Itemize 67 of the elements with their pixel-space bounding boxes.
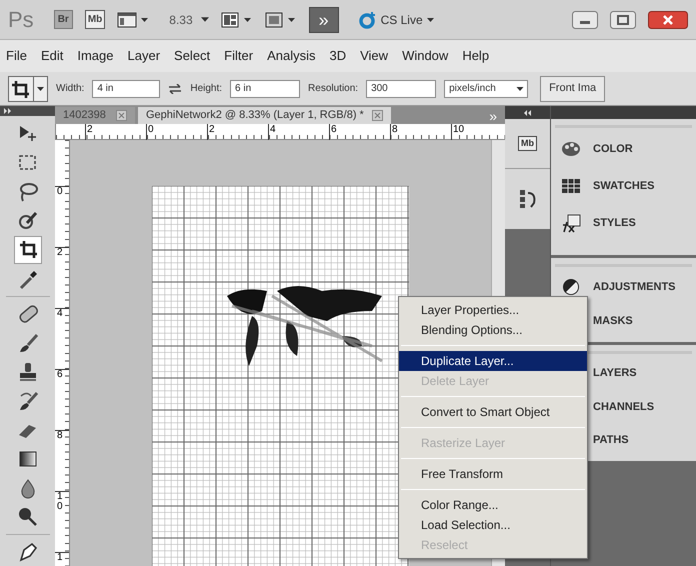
menu-item[interactable]: Image: [77, 46, 114, 66]
ruler-label: 2: [207, 124, 268, 140]
menu-item[interactable]: Select: [174, 46, 210, 66]
cs-live-button[interactable]: CS Live: [358, 10, 434, 28]
ruler-label: 0: [146, 124, 207, 140]
menu-item[interactable]: File: [6, 46, 27, 66]
ruler-label: 6: [329, 124, 390, 140]
ruler-label: 1: [57, 553, 63, 563]
menu-item[interactable]: View: [360, 46, 388, 66]
field-label: Height:: [190, 82, 222, 96]
ruler-label: 6: [57, 370, 63, 380]
minimize-icon[interactable]: [572, 10, 598, 28]
menu-item[interactable]: Window: [402, 46, 448, 66]
menu-item[interactable]: 3D: [329, 46, 346, 66]
menu-item[interactable]: Load Selection...: [399, 515, 587, 535]
ruler-label: 2: [57, 248, 63, 258]
screen-frame-icon[interactable]: [264, 12, 297, 28]
brush-circle-icon: [16, 210, 38, 232]
ruler-label: 10: [57, 492, 63, 512]
panel-tab[interactable]: COLOR: [551, 131, 696, 168]
arrange-icon[interactable]: [220, 12, 253, 28]
menu-item[interactable]: Layer: [128, 46, 160, 66]
input-field[interactable]: 300: [366, 80, 436, 98]
swap-icon[interactable]: [168, 84, 182, 94]
menu-item[interactable]: Analysis: [267, 46, 316, 66]
field-label: Width:: [56, 82, 84, 96]
crop-preset-picker[interactable]: [8, 76, 48, 102]
tool-button[interactable]: [14, 236, 42, 264]
panel-tab[interactable]: STYLES: [551, 205, 696, 242]
menu-item[interactable]: Color Range...: [399, 495, 587, 515]
front-image-button[interactable]: Front Ima: [540, 76, 606, 102]
caret-icon: [200, 17, 209, 22]
mini-bridge-button[interactable]: Mb: [518, 136, 537, 152]
ruler-label: 0: [57, 187, 63, 197]
caret-icon: [426, 18, 434, 22]
restore-icon[interactable]: [610, 10, 636, 28]
ruler-label: 4: [57, 309, 63, 319]
history-icon[interactable]: [518, 189, 536, 209]
extensions-button[interactable]: »: [308, 6, 339, 32]
mini-bridge-button[interactable]: Mb: [84, 10, 106, 29]
expand-icon[interactable]: [4, 108, 12, 114]
close-icon[interactable]: [648, 10, 688, 28]
app-logo: Ps: [8, 6, 34, 34]
menu-item[interactable]: Duplicate Layer...: [399, 351, 587, 371]
zoom-dropdown[interactable]: 8.33: [169, 10, 209, 28]
half-circle-icon: [561, 276, 581, 297]
lollipop-icon: [16, 506, 38, 528]
menu-item[interactable]: Filter: [224, 46, 254, 66]
menu-item[interactable]: Edit: [40, 46, 64, 66]
fx-icon: [561, 214, 581, 234]
collapse-icon[interactable]: [524, 110, 532, 116]
ring-icon: [358, 10, 377, 28]
ruler-label: 2: [85, 124, 146, 140]
unit-dropdown[interactable]: pixels/inch: [444, 80, 528, 98]
input-field[interactable]: 6 in: [230, 80, 300, 98]
panel-tab[interactable]: SWATCHES: [551, 168, 696, 205]
menu-item[interactable]: Free Transform: [399, 464, 587, 484]
ruler-label: 8: [390, 124, 451, 140]
ruler-label: 4: [268, 124, 329, 140]
input-field[interactable]: 4 in: [92, 80, 160, 98]
bridge-button[interactable]: Br: [54, 10, 73, 29]
caret-icon: [37, 86, 44, 90]
field-label: Resolution:: [308, 82, 358, 96]
document-tab[interactable]: GephiNetwork2 @ 8.33% (Layer 1, RGB/8) *: [138, 107, 391, 124]
ruler-label: 8: [57, 431, 63, 441]
menu-item[interactable]: Help: [462, 46, 490, 66]
screen-mode-icon[interactable]: [117, 12, 150, 28]
